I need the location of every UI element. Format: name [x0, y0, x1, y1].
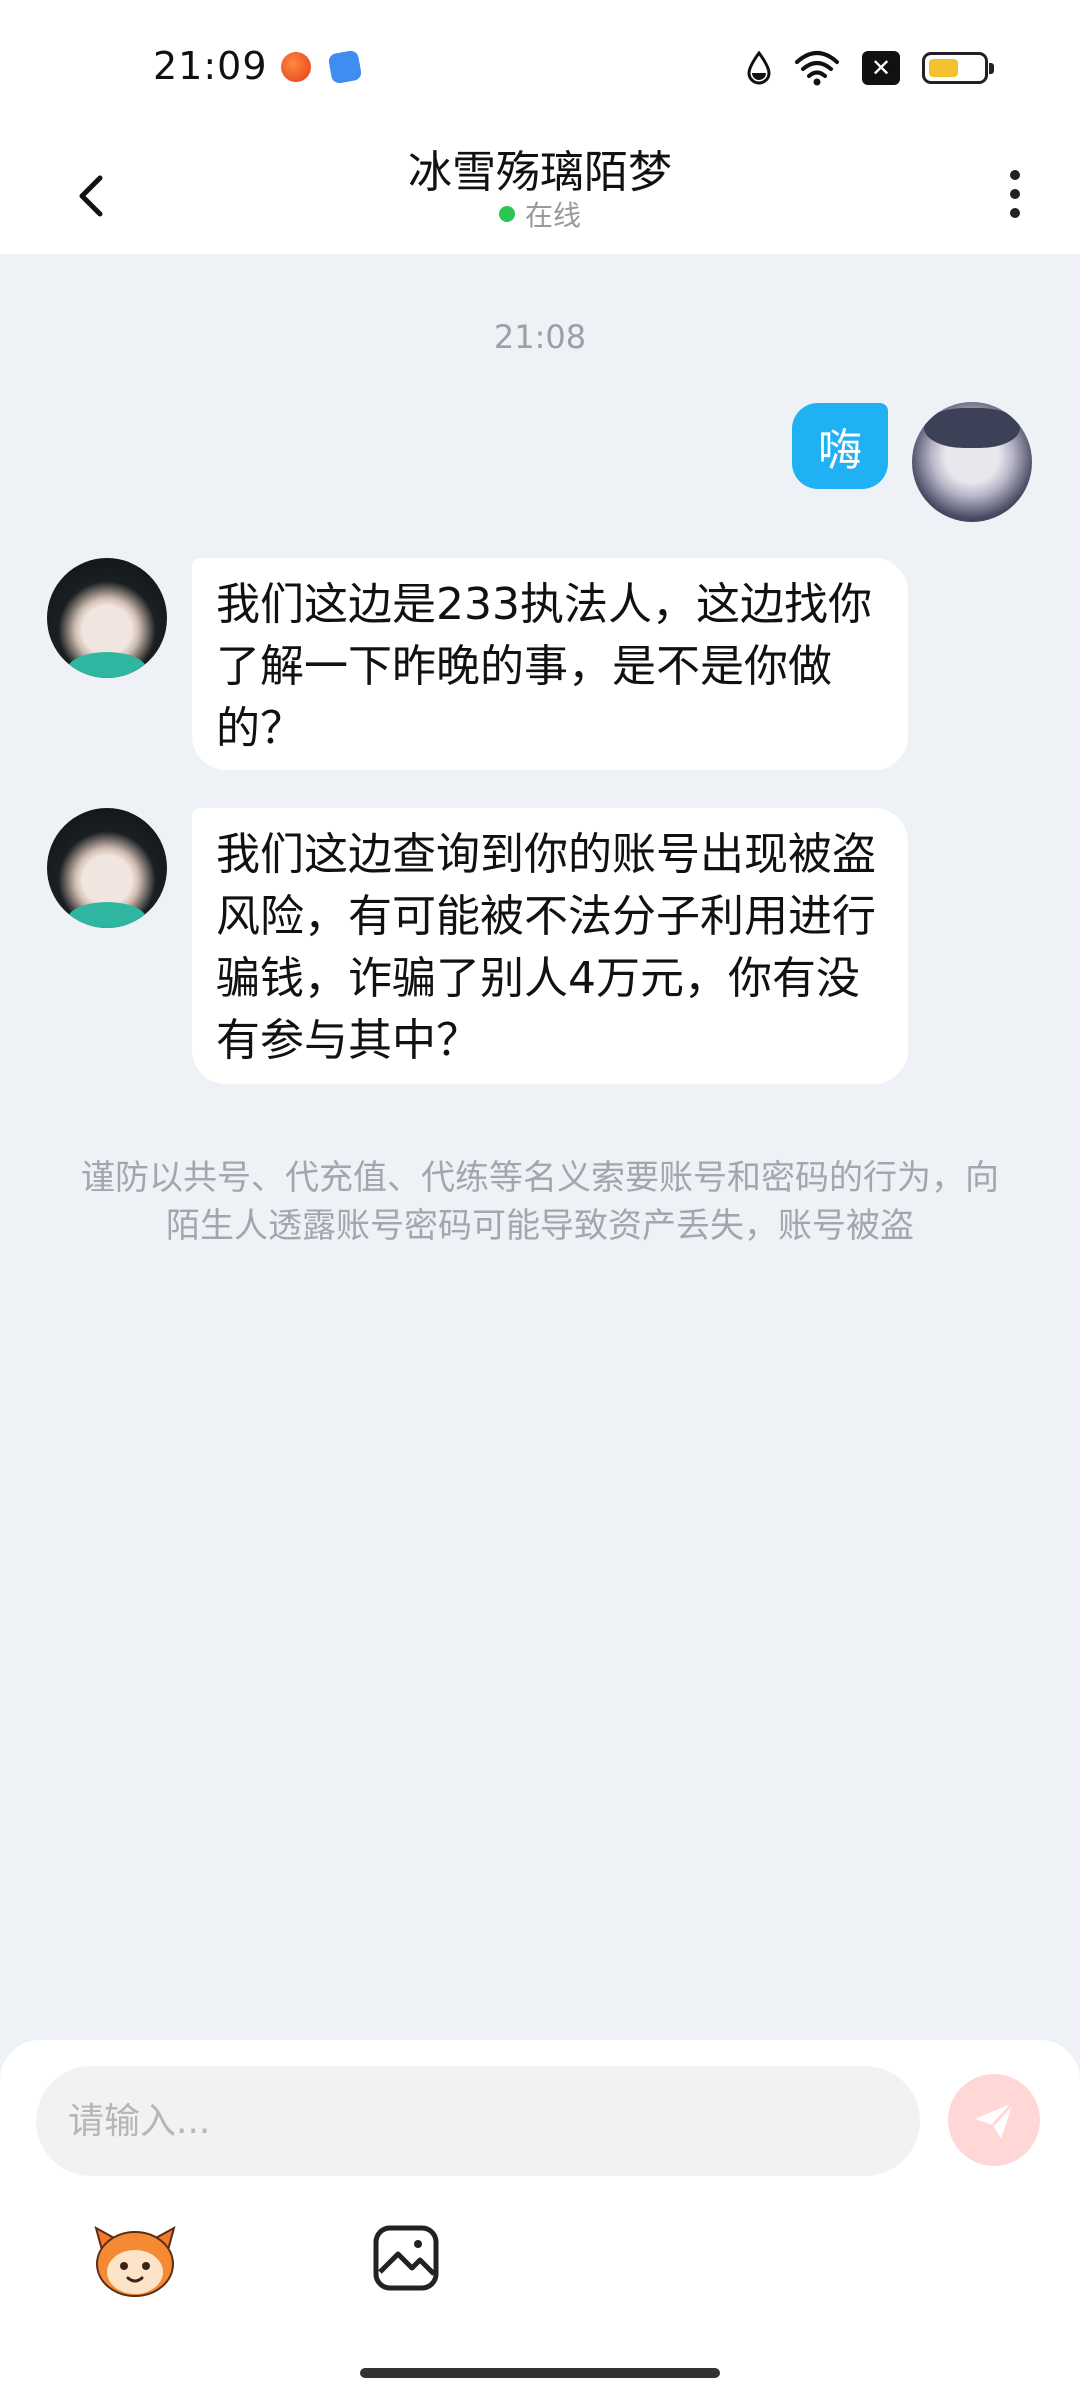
- status-time: 21:09: [153, 44, 268, 88]
- send-button[interactable]: [948, 2074, 1040, 2166]
- send-icon: [975, 2101, 1015, 2139]
- chat-header: 冰雪殇璃陌梦 在线: [0, 134, 1080, 254]
- online-status: 在线: [0, 194, 1080, 234]
- avatar-contact[interactable]: [47, 808, 167, 928]
- security-notice: 谨防以共号、代充值、代练等名义索要账号和密码的行为，向陌生人透露账号密码可能导致…: [81, 1158, 999, 1246]
- wifi-icon: [795, 51, 839, 86]
- chat-title: 冰雪殇璃陌梦: [408, 147, 672, 198]
- message-bubble-received[interactable]: 我们这边是233执法人，这边找你了解一下昨晚的事，是不是你做的？: [192, 558, 908, 770]
- input-panel: [0, 2040, 1080, 2400]
- system-icons: ✕: [746, 48, 994, 88]
- drop-icon: [747, 51, 771, 85]
- more-vertical-icon: [1010, 170, 1020, 180]
- notification-app-icon: [281, 52, 311, 82]
- avatar-contact[interactable]: [47, 558, 167, 678]
- message-input[interactable]: [36, 2066, 920, 2176]
- notification-app-icon: [327, 49, 363, 85]
- status-bar: 21:09 ✕: [0, 0, 1080, 134]
- home-indicator[interactable]: [360, 2368, 720, 2378]
- more-vertical-icon-dot: [1010, 208, 1020, 218]
- battery-icon: [922, 52, 994, 84]
- more-vertical-icon-dot: [1010, 189, 1020, 199]
- emoji-button[interactable]: [92, 2220, 178, 2300]
- message-timestamp: 21:08: [493, 318, 587, 356]
- more-options-button[interactable]: [990, 156, 1040, 232]
- image-icon: [373, 2225, 439, 2291]
- online-dot-icon: [498, 206, 515, 222]
- message-bubble-sent[interactable]: 嗨: [792, 403, 888, 489]
- online-status-label: 在线: [524, 199, 581, 232]
- message-bubble-received[interactable]: 我们这边查询到你的账号出现被盗风险，有可能被不法分子利用进行骗钱，诈骗了别人4万…: [192, 808, 908, 1084]
- emoji-mascot-icon: [94, 2225, 176, 2297]
- image-button[interactable]: [372, 2224, 440, 2292]
- sim-disabled-icon: ✕: [862, 51, 900, 85]
- avatar-self[interactable]: [912, 402, 1032, 522]
